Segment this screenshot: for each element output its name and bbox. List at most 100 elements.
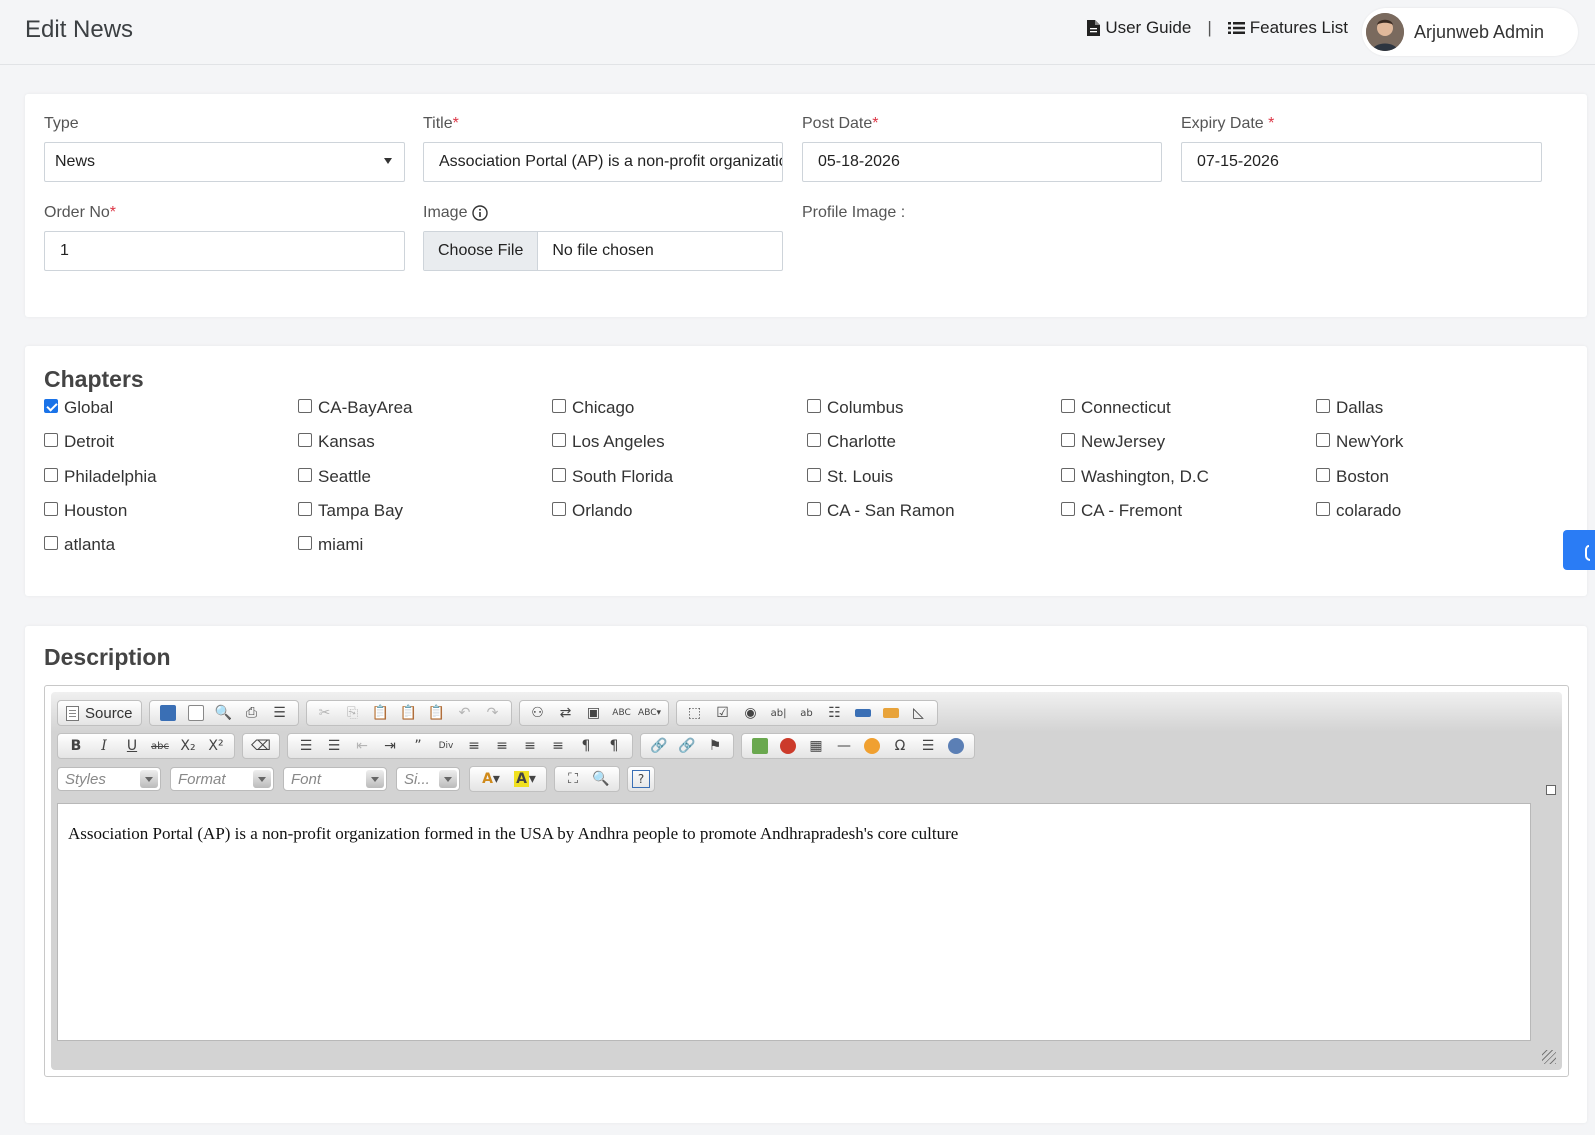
order-no-input[interactable]: 1	[44, 231, 405, 271]
image-icon[interactable]	[746, 735, 774, 757]
checkbox-icon[interactable]	[44, 433, 58, 447]
subscript-icon[interactable]: X₂	[174, 735, 202, 757]
copy-icon[interactable]: ⎘	[339, 702, 367, 724]
paste-icon[interactable]: 📋	[367, 702, 395, 724]
link-icon[interactable]: 🔗	[645, 735, 673, 757]
spellcheck-icon[interactable]: ABC	[608, 702, 636, 724]
chapter-checkbox-item[interactable]: NewJersey	[1061, 432, 1165, 452]
justify-icon[interactable]: ≡	[544, 735, 572, 757]
choose-file-button[interactable]: Choose File	[424, 232, 539, 270]
page-break-icon[interactable]: ☰	[914, 735, 942, 757]
preview-icon[interactable]: 🔍	[210, 702, 238, 724]
textfield-icon[interactable]: ab|	[765, 702, 793, 724]
save-icon[interactable]	[154, 702, 182, 724]
select-all-icon[interactable]: ▣	[580, 702, 608, 724]
chapter-checkbox-item[interactable]: NewYork	[1316, 432, 1403, 452]
print-icon[interactable]: ⎙	[238, 702, 266, 724]
paste-text-icon[interactable]: 📋	[395, 702, 423, 724]
blockquote-icon[interactable]: ”	[404, 735, 432, 757]
form-icon[interactable]: ⬚	[681, 702, 709, 724]
checkbox-icon[interactable]	[44, 468, 58, 482]
text-color-icon[interactable]: A ▾	[474, 768, 508, 790]
chapter-checkbox-item[interactable]: Seattle	[298, 467, 371, 487]
checkbox-icon[interactable]	[1316, 433, 1330, 447]
unlink-icon[interactable]: 🔗	[673, 735, 701, 757]
chapter-checkbox-item[interactable]: St. Louis	[807, 467, 893, 487]
checkbox-icon[interactable]	[552, 399, 566, 413]
checkbox-icon[interactable]	[298, 536, 312, 550]
chapter-checkbox-item[interactable]: CA - San Ramon	[807, 501, 955, 521]
user-menu[interactable]: Arjunweb Admin	[1362, 8, 1578, 56]
checkbox-icon[interactable]	[807, 468, 821, 482]
new-page-icon[interactable]	[182, 702, 210, 724]
chapter-checkbox-item[interactable]: CA - Fremont	[1061, 501, 1182, 521]
chapter-checkbox-item[interactable]: colarado	[1316, 501, 1401, 521]
find-icon[interactable]: ⚇	[524, 702, 552, 724]
align-left-icon[interactable]: ≡	[460, 735, 488, 757]
chapter-checkbox-item[interactable]: Columbus	[807, 398, 904, 418]
checkbox-icon[interactable]	[298, 468, 312, 482]
eraser-icon[interactable]: ⌫	[247, 735, 275, 757]
smiley-icon[interactable]	[858, 735, 886, 757]
indent-icon[interactable]: ⇥	[376, 735, 404, 757]
replace-icon[interactable]: ⇄	[552, 702, 580, 724]
chapter-checkbox-item[interactable]: Connecticut	[1061, 398, 1171, 418]
bulleted-list-icon[interactable]: ☰	[320, 735, 348, 757]
checkbox-icon[interactable]	[298, 433, 312, 447]
chapter-checkbox-item[interactable]: Chicago	[552, 398, 634, 418]
align-right-icon[interactable]: ≡	[516, 735, 544, 757]
chapter-checkbox-item[interactable]: Houston	[44, 501, 127, 521]
chapter-checkbox-item[interactable]: Boston	[1316, 467, 1389, 487]
checkbox-icon[interactable]	[552, 433, 566, 447]
chapter-checkbox-item[interactable]: Kansas	[298, 432, 375, 452]
bg-color-icon[interactable]: A ▾	[508, 768, 542, 790]
font-combo[interactable]: Font	[283, 767, 387, 791]
checkbox-icon[interactable]	[44, 536, 58, 550]
source-button[interactable]: Source	[62, 705, 137, 722]
bold-icon[interactable]: B	[62, 735, 90, 757]
italic-icon[interactable]: I	[90, 735, 118, 757]
cut-icon[interactable]: ✂	[311, 702, 339, 724]
checkbox-icon[interactable]	[807, 433, 821, 447]
image-button-icon[interactable]	[877, 702, 905, 724]
title-input[interactable]: Association Portal (AP) is a non-profit …	[423, 142, 783, 182]
checkbox-icon[interactable]	[807, 399, 821, 413]
type-select[interactable]: News	[44, 142, 405, 182]
chapter-checkbox-item[interactable]: Tampa Bay	[298, 501, 403, 521]
side-settings-tab[interactable]	[1563, 530, 1595, 570]
superscript-icon[interactable]: X²	[202, 735, 230, 757]
rtl-icon[interactable]: ¶	[600, 735, 628, 757]
radio-icon[interactable]: ◉	[737, 702, 765, 724]
show-blocks-icon[interactable]: 🔍	[587, 768, 615, 790]
templates-icon[interactable]: ☰	[266, 702, 294, 724]
chapter-checkbox-item[interactable]: Global	[44, 398, 113, 418]
special-char-icon[interactable]: Ω	[886, 735, 914, 757]
table-icon[interactable]: ▦	[802, 735, 830, 757]
post-date-input[interactable]: 05-18-2026	[802, 142, 1162, 182]
chapter-checkbox-item[interactable]: Los Angeles	[552, 432, 665, 452]
textarea-icon[interactable]: ab	[793, 702, 821, 724]
image-file-input[interactable]: Choose File No file chosen	[423, 231, 783, 271]
align-center-icon[interactable]: ≡	[488, 735, 516, 757]
outdent-icon[interactable]: ⇤	[348, 735, 376, 757]
hidden-field-icon[interactable]: ◺	[905, 702, 933, 724]
chapter-checkbox-item[interactable]: Washington, D.C	[1061, 467, 1209, 487]
features-list-link[interactable]: Features List	[1227, 18, 1348, 38]
help-icon[interactable]: ?	[632, 770, 650, 788]
chapter-checkbox-item[interactable]: atlanta	[44, 535, 115, 555]
chapter-checkbox-item[interactable]: Detroit	[44, 432, 114, 452]
checkbox-icon[interactable]	[298, 502, 312, 516]
paste-word-icon[interactable]: 📋	[423, 702, 451, 724]
chapter-checkbox-item[interactable]: Dallas	[1316, 398, 1383, 418]
collapse-toolbar-icon[interactable]	[1546, 785, 1556, 795]
chapter-checkbox-item[interactable]: South Florida	[552, 467, 673, 487]
info-icon[interactable]	[472, 205, 489, 221]
numbered-list-icon[interactable]: ☰	[292, 735, 320, 757]
chapter-checkbox-item[interactable]: Orlando	[552, 501, 632, 521]
select-field-icon[interactable]: ☷	[821, 702, 849, 724]
maximize-icon[interactable]: ⛶	[559, 768, 587, 790]
checkbox-icon[interactable]	[1061, 468, 1075, 482]
iframe-icon[interactable]	[942, 735, 970, 757]
checkbox-icon[interactable]	[1061, 502, 1075, 516]
checkbox-icon[interactable]	[1316, 468, 1330, 482]
